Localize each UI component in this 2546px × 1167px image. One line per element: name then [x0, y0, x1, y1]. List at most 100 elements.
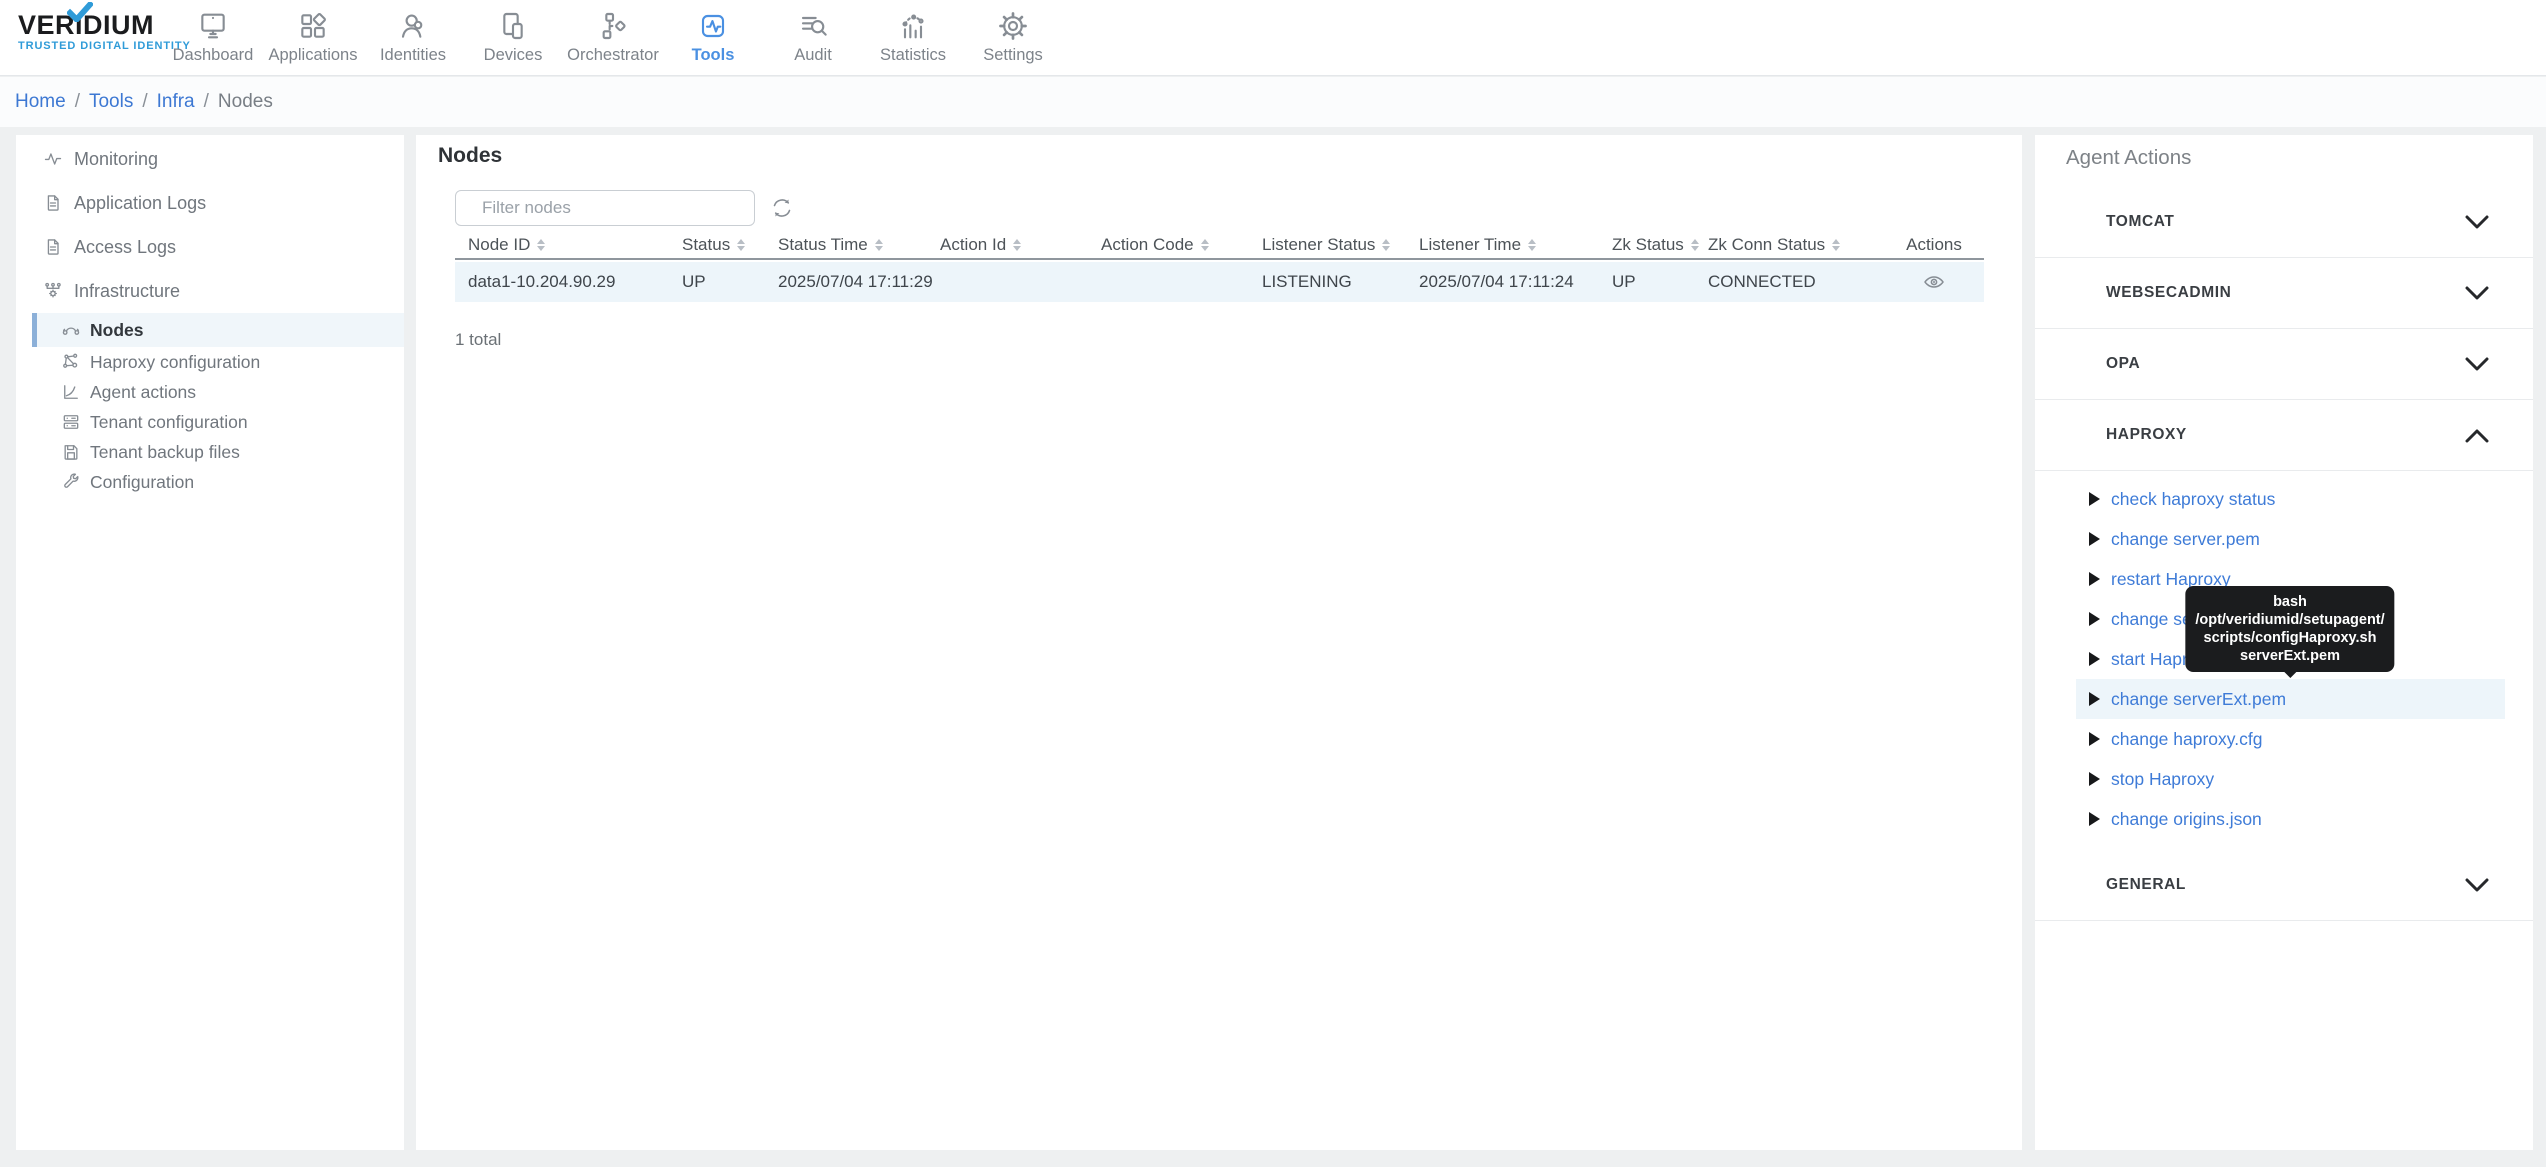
column-header-listener-status[interactable]: Listener Status: [1262, 232, 1419, 258]
sidebar-item-tenant-configuration[interactable]: Tenant configuration: [16, 407, 404, 437]
statistics-icon: [897, 8, 929, 44]
section-tomcat[interactable]: TOMCAT: [2035, 187, 2533, 258]
cell-node-id: data1-10.204.90.29: [455, 262, 682, 302]
section-websecadmin[interactable]: WEBSECADMIN: [2035, 258, 2533, 329]
breadcrumb: Home/Tools/Infra/Nodes: [0, 77, 2546, 127]
column-header-zk-conn-status[interactable]: Zk Conn Status: [1708, 232, 1884, 258]
sidebar-item-label: Agent actions: [90, 382, 196, 403]
agent-actions-accordion: TOMCAT WEBSECADMIN OPA HAPROXY check hap…: [2035, 187, 2533, 921]
sort-carets-icon: [1832, 239, 1840, 251]
sidebar-item-nodes[interactable]: Nodes: [32, 313, 404, 347]
section-haproxy[interactable]: HAPROXY: [2035, 400, 2533, 471]
sidebar-item-application-logs[interactable]: Application Logs: [16, 181, 404, 225]
action-change-haproxy-cfg[interactable]: change haproxy.cfg: [2076, 719, 2505, 759]
breadcrumb-separator: /: [204, 91, 209, 112]
view-node-button[interactable]: [1920, 270, 1948, 294]
cell-action-code: [1101, 262, 1262, 302]
sidebar-item-label: Access Logs: [74, 237, 176, 258]
audit-icon: [797, 8, 829, 44]
main-nav: Dashboard Applications Identities Device…: [163, 0, 1063, 76]
chevron-down-icon: [2465, 357, 2489, 372]
breadcrumb-home[interactable]: Home: [15, 91, 66, 112]
tenant-backup-icon: [60, 442, 82, 462]
sidebar-item-label: Tenant configuration: [90, 412, 248, 433]
command-tooltip: bash /opt/veridiumid/setupagent/ scripts…: [2185, 586, 2394, 672]
column-header-status-time[interactable]: Status Time: [778, 232, 940, 258]
nav-label: Identities: [380, 46, 446, 65]
nav-item-statistics[interactable]: Statistics: [863, 0, 963, 76]
sidebar-item-label: Monitoring: [74, 149, 158, 170]
action-change-origins-json[interactable]: change origins.json: [2076, 799, 2505, 839]
tools-icon: [697, 8, 729, 44]
tenant-config-icon: [60, 412, 82, 432]
nav-item-audit[interactable]: Audit: [763, 0, 863, 76]
nav-item-settings[interactable]: Settings: [963, 0, 1063, 76]
sidebar-item-agent-actions[interactable]: Agent actions: [16, 377, 404, 407]
sidebar-item-configuration[interactable]: Configuration: [16, 467, 404, 497]
sidebar-item-tenant-backup-files[interactable]: Tenant backup files: [16, 437, 404, 467]
column-header-action-code[interactable]: Action Code: [1101, 232, 1262, 258]
nodes-table: Node ID Status Status Time Action Id Act…: [455, 232, 1984, 302]
applications-icon: [297, 8, 329, 44]
configuration-icon: [60, 472, 82, 492]
chevron-down-icon: [2465, 286, 2489, 301]
play-icon: [2089, 572, 2100, 586]
sidebar-item-label: Haproxy configuration: [90, 352, 260, 373]
left-sidebar: Monitoring Application Logs Access Logs …: [16, 135, 404, 1150]
dashboard-icon: [197, 8, 229, 44]
action-stop-haproxy[interactable]: stop Haproxy: [2076, 759, 2505, 799]
play-icon: [2089, 492, 2100, 506]
sort-carets-icon: [1382, 239, 1390, 251]
application-logs-icon: [42, 193, 64, 213]
nav-label: Orchestrator: [567, 46, 659, 65]
nav-label: Statistics: [880, 46, 946, 65]
orchestrator-icon: [597, 8, 629, 44]
action-check-haproxy-status[interactable]: check haproxy status: [2076, 479, 2505, 519]
sort-carets-icon: [875, 239, 883, 251]
column-header-zk-status[interactable]: Zk Status: [1612, 232, 1708, 258]
refresh-button[interactable]: [768, 194, 796, 222]
nav-item-applications[interactable]: Applications: [263, 0, 363, 76]
sidebar-item-label: Tenant backup files: [90, 442, 240, 463]
agent-actions-panel: Agent Actions TOMCAT WEBSECADMIN OPA HAP…: [2035, 135, 2533, 1150]
nav-item-identities[interactable]: Identities: [363, 0, 463, 76]
sort-carets-icon: [1528, 239, 1536, 251]
column-header-listener-time[interactable]: Listener Time: [1419, 232, 1612, 258]
sidebar-item-monitoring[interactable]: Monitoring: [16, 137, 404, 181]
haproxy-config-icon: [60, 352, 82, 372]
breadcrumb-tools[interactable]: Tools: [89, 91, 133, 112]
table-header-row: Node ID Status Status Time Action Id Act…: [455, 232, 1984, 260]
column-header-status[interactable]: Status: [682, 232, 778, 258]
nav-item-tools[interactable]: Tools: [663, 0, 763, 76]
column-header-action-id[interactable]: Action Id: [940, 232, 1101, 258]
action-change-server-pem[interactable]: change server.pem: [2076, 519, 2505, 559]
column-header-node-id[interactable]: Node ID: [455, 232, 682, 258]
filter-nodes-input[interactable]: [455, 190, 755, 226]
page-title: Nodes: [416, 135, 2022, 167]
breadcrumb-infra[interactable]: Infra: [157, 91, 195, 112]
access-logs-icon: [42, 237, 64, 257]
section-general[interactable]: GENERAL: [2035, 850, 2533, 921]
sort-carets-icon: [1201, 239, 1209, 251]
sidebar-item-access-logs[interactable]: Access Logs: [16, 225, 404, 269]
refresh-icon: [770, 196, 794, 220]
agent-actions-title: Agent Actions: [2066, 146, 2533, 170]
nav-item-devices[interactable]: Devices: [463, 0, 563, 76]
section-opa[interactable]: OPA: [2035, 329, 2533, 400]
nav-item-orchestrator[interactable]: Orchestrator: [563, 0, 663, 76]
cell-action-id: [940, 262, 1101, 302]
nav-label: Settings: [983, 46, 1043, 65]
sidebar-item-haproxy-configuration[interactable]: Haproxy configuration: [16, 347, 404, 377]
nav-item-dashboard[interactable]: Dashboard: [163, 0, 263, 76]
column-header-actions: Actions: [1884, 232, 1984, 258]
nodes-icon: [60, 320, 82, 340]
cell-status-time: 2025/07/04 17:11:29: [778, 262, 940, 302]
filter-row: [455, 190, 2022, 226]
sort-carets-icon: [737, 239, 745, 251]
sidebar-item-infrastructure[interactable]: Infrastructure: [16, 269, 404, 313]
cell-status: UP: [682, 262, 778, 302]
play-icon: [2089, 812, 2100, 826]
devices-icon: [497, 8, 529, 44]
sidebar-item-label: Nodes: [90, 320, 143, 341]
breadcrumb-current: Nodes: [218, 91, 273, 112]
